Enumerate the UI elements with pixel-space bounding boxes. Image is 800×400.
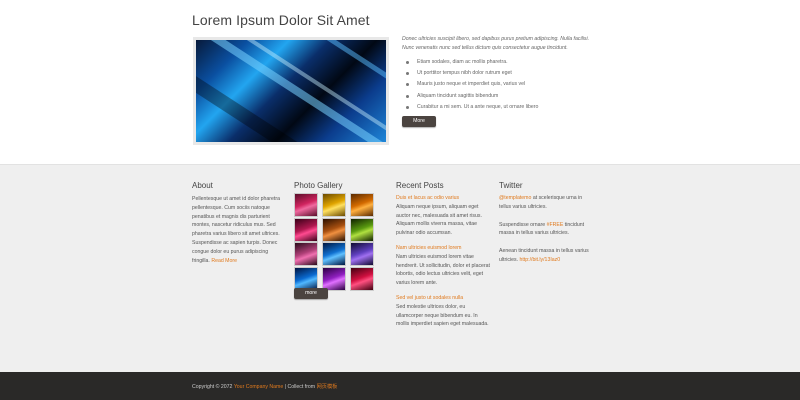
footer: Copyright © 2072 Your Company Name | Col… <box>0 372 800 400</box>
post-item: Sed vel justo ut sodales nulla Sed moles… <box>396 294 490 329</box>
read-more-link[interactable]: Read More <box>211 258 237 264</box>
recent-posts: Duis et lacus ac odio varius Aliquam neq… <box>396 194 490 335</box>
post-text: Nam ultricies euismod lorem vitae hendre… <box>396 253 490 287</box>
gallery-thumbnail[interactable] <box>322 242 346 266</box>
about-text: Pellentesque ut amet id dolor pharetra p… <box>192 196 280 264</box>
post-item: Duis et lacus ac odio varius Aliquam neq… <box>396 194 490 238</box>
about-title: About <box>192 181 213 190</box>
tweet-link[interactable]: #FREE <box>547 222 564 228</box>
gallery-thumbnail[interactable] <box>350 217 374 242</box>
tweet: @templatemo at scelerisque urna in tellu… <box>499 195 583 210</box>
gallery-thumbnail[interactable] <box>350 193 374 217</box>
post-title-link[interactable]: Sed vel justo ut sodales nulla <box>396 294 490 303</box>
tweet: Suspendisse ornare #FREE tincidunt massa… <box>499 221 585 237</box>
gallery-thumbnail[interactable] <box>294 242 318 266</box>
gallery-title: Photo Gallery <box>294 181 343 190</box>
gallery-thumbnail[interactable] <box>350 266 374 291</box>
gallery-more-button[interactable]: more <box>294 288 328 299</box>
twitter-title: Twitter <box>499 181 523 190</box>
bullet-icon <box>406 105 409 109</box>
list-item: Etiam sodales, diam ac mollis pharetra. <box>406 57 538 68</box>
list-item: Curabitur a mi sem. Ut a ante neque, ut … <box>406 102 538 113</box>
page-title: Lorem Ipsum Dolor Sit Amet <box>192 12 370 28</box>
list-item: Mauris justo neque et imperdiet quis, va… <box>406 79 538 90</box>
tweet: Aenean tincidunt massa in tellus varius … <box>499 248 589 263</box>
gallery-thumbnail[interactable] <box>294 217 318 242</box>
feature-list: Etiam sodales, diam ac mollis pharetra. … <box>406 57 538 113</box>
bullet-icon <box>406 83 409 87</box>
gallery-thumbnail[interactable] <box>322 193 346 217</box>
bullet-icon <box>406 72 409 76</box>
post-text: Aliquam neque ipsum, aliquam eget auctor… <box>396 203 482 237</box>
post-title-link[interactable]: Duis et lacus ac odio varius <box>396 194 490 203</box>
hero-image <box>193 37 389 145</box>
gallery-thumbnail[interactable] <box>294 266 318 291</box>
bullet-icon <box>406 61 409 64</box>
bullet-icon <box>406 94 409 98</box>
posts-title: Recent Posts <box>396 181 444 190</box>
gallery-thumbnail[interactable] <box>294 193 318 217</box>
gallery-thumbnail[interactable] <box>350 242 374 266</box>
footer-text: Copyright © 2072 Your Company Name | Col… <box>192 384 338 390</box>
intro-text: Donec ultricies suscipit libero, sed dap… <box>402 36 590 51</box>
post-item: Nam ultricies euismod lorem Nam ultricie… <box>396 244 490 288</box>
more-button[interactable]: More <box>402 116 436 127</box>
post-title-link[interactable]: Nam ultricies euismod lorem <box>396 244 490 253</box>
company-link[interactable]: Your Company Name <box>234 384 283 390</box>
list-item: Ut porttitor tempus nibh dolor rutrum eg… <box>406 68 538 79</box>
twitter-feed: @templatemo at scelerisque urna in tellu… <box>499 194 591 274</box>
gallery-thumbnail[interactable] <box>322 266 346 291</box>
top-section: Lorem Ipsum Dolor Sit Amet Donec ultrici… <box>0 0 800 164</box>
source-link[interactable]: 网页模板 <box>317 384 338 390</box>
list-item: Aliquam tincidunt sagittis bibendum <box>406 91 538 102</box>
tweet-link[interactable]: http://bit.ly/13Iaz0 <box>519 257 560 263</box>
post-text: Sed molestie ultrices dolor, eu ullamcor… <box>396 303 489 328</box>
gallery-thumbnail[interactable] <box>322 217 346 242</box>
tweet-link[interactable]: @templatemo <box>499 195 531 201</box>
